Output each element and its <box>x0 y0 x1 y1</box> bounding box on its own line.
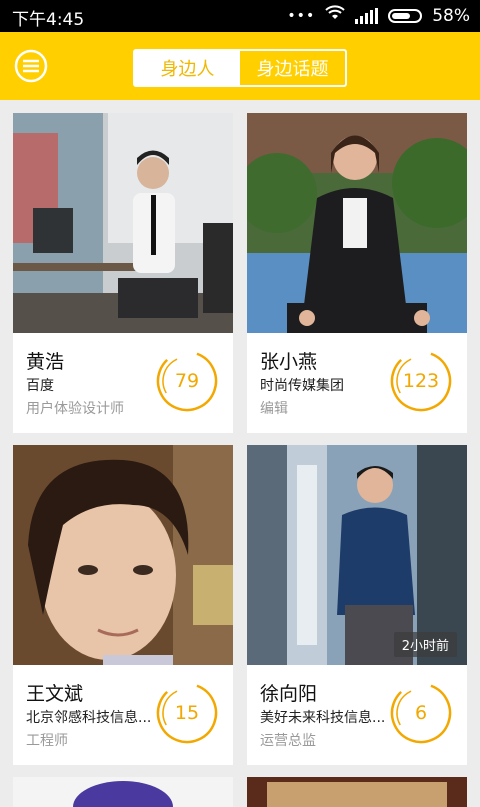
score-badge: 123 <box>389 349 453 413</box>
status-bar: 下午4:45 ••• 58% <box>0 0 480 32</box>
person-photo <box>13 445 233 665</box>
person-photo <box>247 113 467 333</box>
person-title: 运营总监 <box>260 733 316 749</box>
person-company: 百度 <box>26 378 54 394</box>
person-card[interactable] <box>247 777 467 807</box>
person-name: 徐向阳 <box>260 683 318 705</box>
person-card[interactable] <box>13 777 233 807</box>
score-badge: 6 <box>389 681 453 745</box>
person-card[interactable]: 王文斌 北京邻感科技信息... 工程师 15 <box>13 445 233 765</box>
person-name: 王文斌 <box>26 683 84 705</box>
app-header: 身边人 身边话题 <box>0 32 480 100</box>
score-value: 6 <box>414 702 428 724</box>
more-dots-icon: ••• <box>287 7 316 24</box>
person-photo: 2小时前 <box>247 445 467 665</box>
tab-nearby-topics[interactable]: 身边话题 <box>240 51 345 85</box>
person-name: 黄浩 <box>26 351 65 373</box>
person-info: 张小燕 时尚传媒集团 编辑 123 <box>247 333 467 433</box>
score-badge: 15 <box>155 681 219 745</box>
person-name: 张小燕 <box>260 351 318 373</box>
segmented-control: 身边人 身边话题 <box>133 49 347 87</box>
wifi-icon <box>325 5 345 26</box>
status-time: 下午4:45 <box>12 10 85 30</box>
person-company: 北京邻感科技信息... <box>26 710 152 726</box>
score-value: 79 <box>174 370 200 392</box>
person-title: 编辑 <box>260 401 288 417</box>
person-title: 工程师 <box>26 733 68 749</box>
status-icons: ••• 58% <box>287 5 470 26</box>
person-info: 王文斌 北京邻感科技信息... 工程师 15 <box>13 665 233 765</box>
person-card[interactable]: 2小时前 徐向阳 美好未来科技信息... 运营总监 6 <box>247 445 467 765</box>
signal-icon <box>355 7 379 24</box>
person-company: 时尚传媒集团 <box>260 378 344 394</box>
battery-percent: 58% <box>432 5 470 26</box>
person-photo <box>247 777 467 807</box>
person-card[interactable]: 张小燕 时尚传媒集团 编辑 123 <box>247 113 467 433</box>
time-badge: 2小时前 <box>393 632 457 657</box>
person-photo <box>13 777 233 807</box>
person-info: 徐向阳 美好未来科技信息... 运营总监 6 <box>247 665 467 765</box>
person-title: 用户体验设计师 <box>26 401 124 417</box>
menu-icon <box>14 49 48 83</box>
score-badge: 79 <box>155 349 219 413</box>
score-value: 123 <box>402 370 440 392</box>
menu-button[interactable] <box>14 49 48 83</box>
score-value: 15 <box>174 702 200 724</box>
person-info: 黄浩 百度 用户体验设计师 79 <box>13 333 233 433</box>
person-photo <box>13 113 233 333</box>
person-card[interactable]: 黄浩 百度 用户体验设计师 79 <box>13 113 233 433</box>
battery-icon <box>388 8 423 23</box>
tab-nearby-people[interactable]: 身边人 <box>135 51 240 85</box>
person-company: 美好未来科技信息... <box>260 710 386 726</box>
